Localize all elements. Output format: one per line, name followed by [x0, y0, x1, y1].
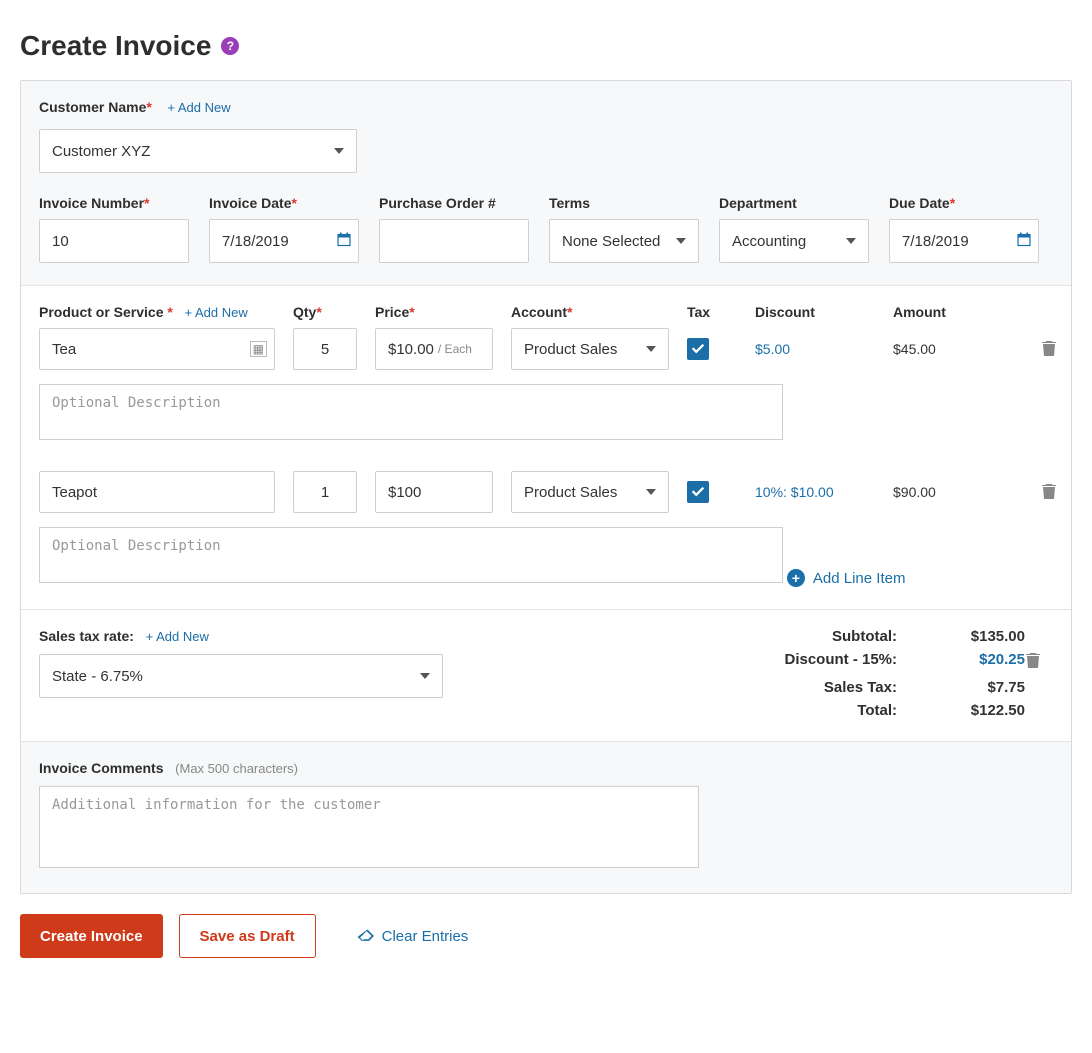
total-value: $122.50 [905, 702, 1025, 719]
price-input[interactable]: $10.00/ Each [375, 328, 493, 370]
subtotal-value: $135.00 [905, 628, 1025, 645]
invoice-panel: Customer Name* + Add New Customer XYZ In… [20, 80, 1072, 894]
delete-line-button[interactable] [1041, 339, 1071, 360]
chevron-down-icon [676, 238, 686, 244]
line-item-row: ▦ $10.00/ Each Product Sales $5.00 $45.0… [39, 328, 1053, 370]
tax-checkbox[interactable] [687, 338, 709, 360]
invoice-date-input[interactable] [209, 219, 359, 263]
comments-label: Invoice Comments [39, 760, 163, 776]
line-description-input[interactable] [39, 384, 783, 440]
price-input[interactable] [375, 471, 493, 513]
terms-value: None Selected [562, 233, 660, 250]
terms-select[interactable]: None Selected [549, 219, 699, 263]
add-line-item-button[interactable]: + Add Line Item [787, 569, 906, 587]
product-input[interactable] [39, 471, 275, 513]
totals-section: Sales tax rate: + Add New State - 6.75% … [21, 610, 1071, 742]
po-input[interactable] [379, 219, 529, 263]
department-label: Department [719, 195, 869, 211]
col-product: Product or Service * [39, 304, 173, 320]
discount-link[interactable]: 10%: $10.00 [755, 484, 875, 500]
trash-icon [1041, 339, 1057, 357]
check-icon [691, 485, 705, 499]
chevron-down-icon [646, 489, 656, 495]
col-price: Price* [375, 304, 493, 320]
col-amount: Amount [893, 304, 1023, 320]
invoice-number-label: Invoice Number* [39, 195, 189, 211]
product-picker-icon[interactable]: ▦ [250, 341, 267, 357]
delete-line-button[interactable] [1041, 482, 1071, 503]
trash-icon [1025, 651, 1041, 669]
product-input[interactable] [39, 328, 275, 370]
invoice-date-label: Invoice Date* [209, 195, 359, 211]
subtotal-label: Subtotal: [784, 628, 905, 645]
department-select[interactable]: Accounting [719, 219, 869, 263]
page-title: Create Invoice ? [20, 30, 1072, 62]
save-draft-button[interactable]: Save as Draft [179, 914, 316, 958]
chevron-down-icon [646, 346, 656, 352]
col-tax: Tax [687, 304, 737, 320]
comments-section: Invoice Comments (Max 500 characters) [21, 742, 1071, 893]
total-label: Total: [784, 702, 905, 719]
trash-icon [1041, 482, 1057, 500]
line-amount: $45.00 [893, 341, 1023, 357]
line-description-input[interactable] [39, 527, 783, 583]
sales-tax-rate-label: Sales tax rate: [39, 628, 134, 644]
totals-grid: Subtotal: $135.00 Discount - 15%: $20.25… [784, 628, 1053, 719]
salestax-label: Sales Tax: [784, 679, 905, 696]
tax-checkbox[interactable] [687, 481, 709, 503]
clear-entries-link[interactable]: Clear Entries [356, 928, 469, 945]
create-invoice-button[interactable]: Create Invoice [20, 914, 163, 958]
discount-link[interactable]: $5.00 [755, 341, 875, 357]
qty-input[interactable] [293, 328, 357, 370]
chevron-down-icon [846, 238, 856, 244]
add-customer-link[interactable]: + Add New [167, 100, 230, 115]
comments-input[interactable] [39, 786, 699, 868]
chevron-down-icon [334, 148, 344, 154]
plus-icon: + [787, 569, 805, 587]
line-amount: $90.00 [893, 484, 1023, 500]
due-date-label: Due Date* [889, 195, 1039, 211]
chevron-down-icon [420, 673, 430, 679]
check-icon [691, 342, 705, 356]
customer-select-value: Customer XYZ [52, 143, 150, 160]
po-label: Purchase Order # [379, 195, 529, 211]
help-icon[interactable]: ? [221, 37, 239, 55]
customer-select[interactable]: Customer XYZ [39, 129, 357, 173]
col-account: Account* [511, 304, 669, 320]
comments-hint: (Max 500 characters) [175, 761, 298, 776]
col-qty: Qty* [293, 304, 357, 320]
delete-discount-button[interactable] [1025, 651, 1053, 673]
account-select[interactable]: Product Sales [511, 471, 669, 513]
line-item-row: Product Sales 10%: $10.00 $90.00 [39, 471, 1053, 513]
sales-tax-rate-select[interactable]: State - 6.75% [39, 654, 443, 698]
footer-actions: Create Invoice Save as Draft Clear Entri… [20, 894, 1072, 968]
account-select[interactable]: Product Sales [511, 328, 669, 370]
add-tax-rate-link[interactable]: + Add New [146, 629, 209, 644]
discount-label: Discount - 15%: [784, 651, 905, 673]
terms-label: Terms [549, 195, 699, 211]
header-section: Customer Name* + Add New Customer XYZ In… [21, 81, 1071, 286]
page-title-text: Create Invoice [20, 30, 211, 62]
eraser-icon [356, 929, 374, 943]
department-value: Accounting [732, 233, 806, 250]
customer-name-label: Customer Name* [39, 99, 156, 115]
add-product-link[interactable]: + Add New [185, 305, 248, 320]
salestax-value: $7.75 [905, 679, 1025, 696]
discount-value[interactable]: $20.25 [905, 651, 1025, 673]
col-discount: Discount [755, 304, 875, 320]
line-items-section: Product or Service * + Add New Qty* Pric… [21, 286, 1071, 610]
invoice-number-input[interactable] [39, 219, 189, 263]
due-date-input[interactable] [889, 219, 1039, 263]
qty-input[interactable] [293, 471, 357, 513]
